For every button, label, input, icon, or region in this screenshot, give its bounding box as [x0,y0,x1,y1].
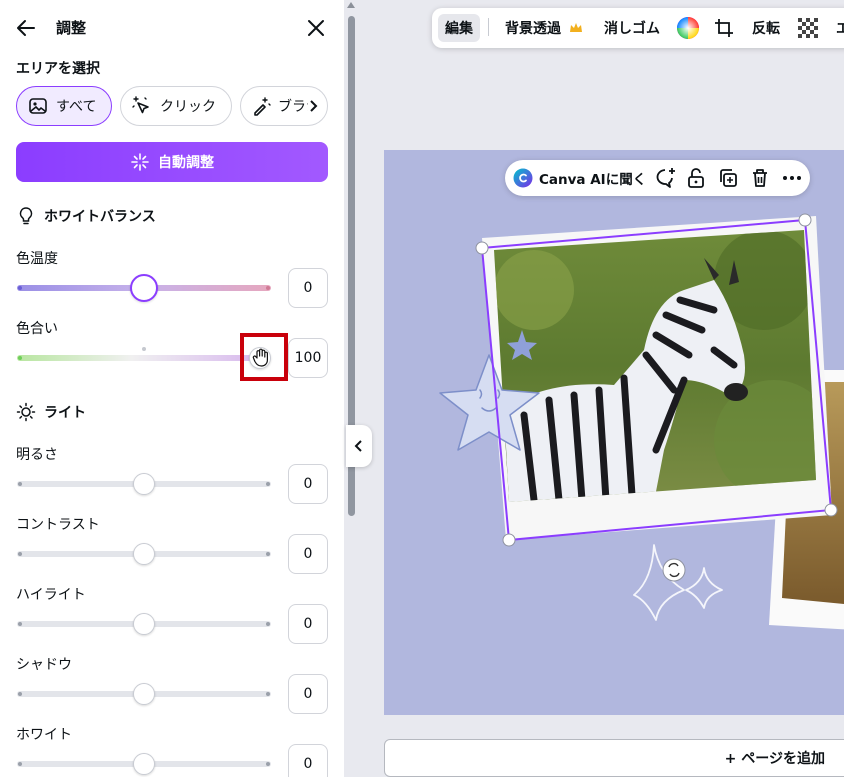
whites-label: ホワイト [16,727,72,743]
canva-logo-icon [513,168,533,188]
light-heading: ライト [16,402,86,422]
color-wheel-button[interactable] [676,14,700,42]
flip-button[interactable]: 反転 [752,14,780,42]
back-arrow-icon[interactable] [14,16,38,40]
duplicate-icon [720,169,737,187]
area-brush-button[interactable]: ブラシ [240,86,328,126]
sun-icon [16,402,36,422]
element-context-menu: Canva AIに聞く [505,160,810,196]
brightness-value[interactable]: 0 [288,464,328,504]
collapse-panel-button[interactable] [346,425,372,467]
toolbar-divider [488,18,489,36]
transparency-icon [798,18,818,38]
temperature-value[interactable]: 0 [288,268,328,308]
auto-adjust-label: 自動調整 [158,155,214,171]
more-options-button[interactable] [781,166,803,190]
crown-icon [570,23,582,32]
lock-button[interactable] [685,166,707,190]
resize-handle-top-right[interactable] [798,213,812,227]
duplicate-button[interactable] [717,166,739,190]
highlights-label: ハイライト [16,587,86,603]
area-all-button[interactable]: すべて [16,86,112,126]
bg-remove-label: 背景透過 [505,21,561,37]
temperature-slider-knob[interactable] [130,274,158,302]
area-select-label: エリアを選択 [16,61,100,77]
contrast-label: コントラスト [16,517,100,533]
transparency-button[interactable] [798,14,818,42]
magic-brush-icon [254,97,271,116]
panel-title: 調整 [56,19,87,37]
panel-scrollbar[interactable] [346,0,358,777]
rotate-handle[interactable] [662,558,686,582]
add-page-button[interactable]: + ページを追加 [384,739,844,777]
whites-slider-knob[interactable] [133,753,155,775]
color-wheel-icon [677,17,699,39]
adjust-panel: 調整 エリアを選択 すべて クリック ブラシ 自動調整 ホワイトバランス 色温度… [0,0,344,777]
sparkle-sticker[interactable] [633,544,723,621]
flip-label: 反転 [752,21,780,37]
edit-button[interactable]: 編集 [438,14,480,42]
zebra-photo-frame[interactable] [482,216,834,540]
tint-value[interactable]: 100 [288,338,328,378]
chevron-left-icon [354,440,362,452]
scroll-up-arrow-icon[interactable] [347,2,355,8]
panel-header: 調整 [0,0,344,56]
canva-ai-label: Canva AIに聞く [539,172,647,188]
hand-cursor-icon [252,348,268,367]
delete-button[interactable] [749,166,771,190]
shadows-slider-knob[interactable] [133,683,155,705]
highlights-value[interactable]: 0 [288,604,328,644]
eraser-label: 消しゴム [604,21,660,37]
white-balance-label: ホワイトバランス [44,209,156,225]
eraser-button[interactable]: 消しゴム [604,14,660,42]
page-artwork [439,213,844,630]
shadows-value[interactable]: 0 [288,674,328,714]
brightness-slider-knob[interactable] [133,473,155,495]
image-icon [29,98,47,114]
sparkle-icon [131,153,149,171]
crop-icon [715,19,733,37]
comment-button[interactable] [653,166,677,190]
contrast-value[interactable]: 0 [288,534,328,574]
contrast-slider-knob[interactable] [133,543,155,565]
area-click-label: クリック [160,99,216,115]
trash-icon [753,169,767,187]
chevron-right-icon[interactable] [308,99,320,113]
lightbulb-icon [19,207,33,225]
add-page-label: + ページを追加 [724,751,825,767]
edit-label: 編集 [445,21,473,37]
canva-ai-button[interactable]: Canva AIに聞く [513,166,646,190]
resize-handle-bottom-left[interactable] [502,533,516,547]
unlock-icon [688,168,704,188]
magic-pointer-icon [132,96,149,114]
close-icon[interactable] [304,16,328,40]
design-page[interactable] [384,150,844,715]
light-label: ライト [44,405,86,421]
whites-value[interactable]: 0 [288,744,328,777]
resize-handle-top-left[interactable] [475,241,489,255]
bg-remove-button[interactable]: 背景透過 [505,14,583,42]
more-horizontal-icon [783,176,801,180]
more-toolbar-label: エ [836,21,844,37]
area-brush-label: ブラシ [278,99,308,115]
tint-label: 色合い [16,321,58,337]
temperature-label: 色温度 [16,251,58,267]
white-balance-heading: ホワイトバランス [16,206,156,226]
shadows-label: シャドウ [16,657,72,673]
tint-center-dot [142,347,146,351]
comment-add-icon [656,168,675,188]
more-toolbar-button[interactable]: エ [836,14,844,42]
highlights-slider-knob[interactable] [133,613,155,635]
area-click-button[interactable]: クリック [120,86,232,126]
auto-adjust-button[interactable]: 自動調整 [16,142,328,182]
area-all-label: すべて [56,99,97,115]
resize-handle-bottom-right[interactable] [824,503,838,517]
crop-button[interactable] [714,14,734,42]
brightness-label: 明るさ [16,447,58,463]
image-toolbar: 編集 背景透過 消しゴム 反転 エ [432,8,844,48]
tint-slider[interactable] [17,355,271,361]
